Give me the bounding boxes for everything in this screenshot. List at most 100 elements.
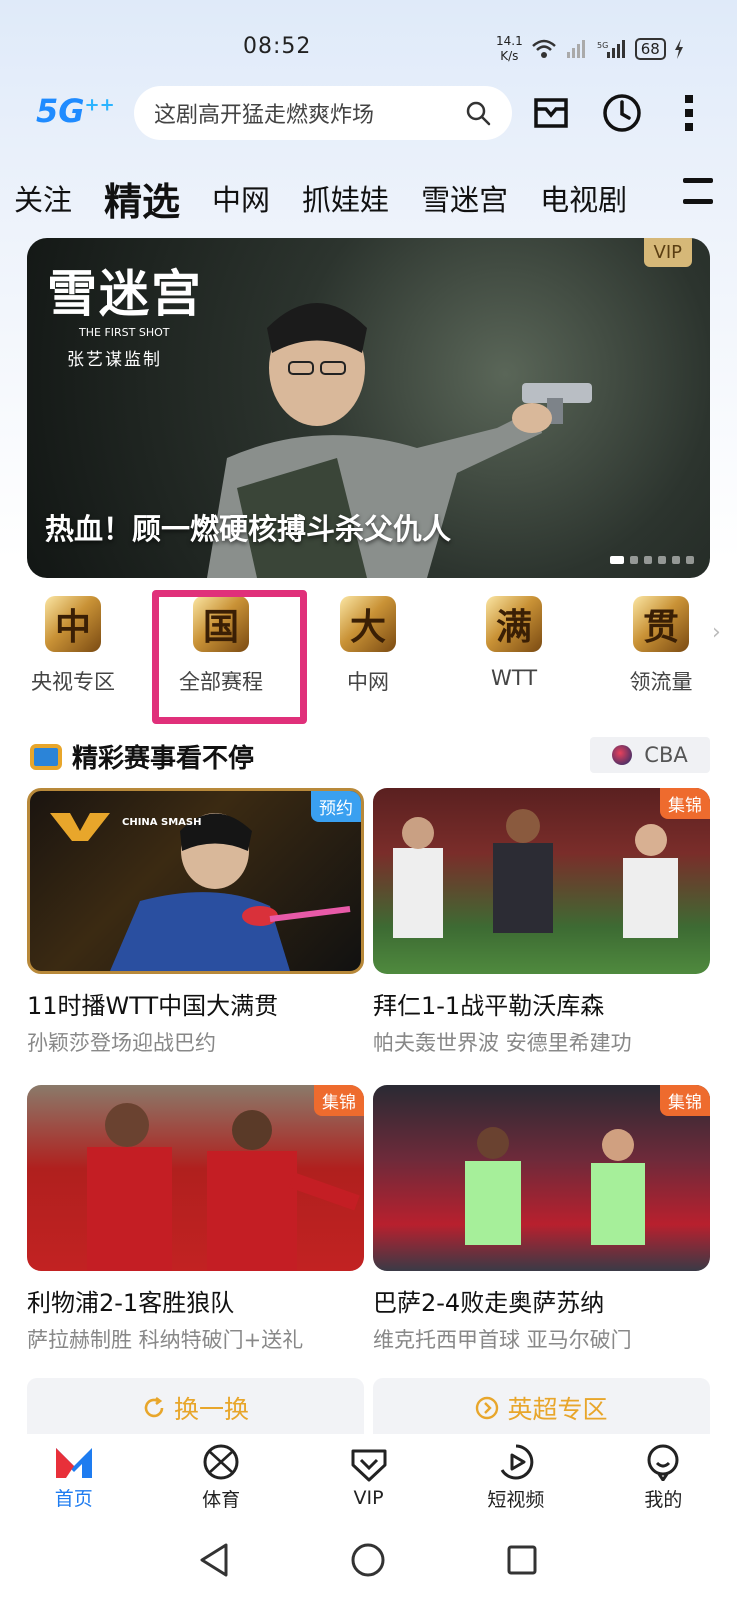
category-wtt-icon: 满 xyxy=(486,596,542,652)
vip-shield-icon xyxy=(351,1449,387,1482)
card-subtitle: 萨拉赫制胜 科纳特破门+送礼 xyxy=(27,1328,304,1352)
carousel-dot xyxy=(630,556,638,564)
premier-league-button[interactable]: 英超专区 xyxy=(373,1378,710,1438)
hero-banner[interactable]: 雪迷宫 THE FIRST SHOT 张艺谋监制 VIP 热血！顾一燃硬核搏斗杀… xyxy=(27,238,710,578)
match-card[interactable]: 集锦 巴萨2-4败走奥萨苏纳 维克托西甲首球 亚马尔破门 xyxy=(373,1085,710,1354)
net-speed-value: 14.1 xyxy=(496,34,523,48)
card-title: 巴萨2-4败走奥萨苏纳 xyxy=(373,1289,605,1317)
nav-sports-label: 体育 xyxy=(202,1488,241,1511)
app-logo-text: 5G xyxy=(36,92,85,130)
play-circle-icon xyxy=(500,1444,534,1479)
cba-tag[interactable]: CBA xyxy=(590,737,710,773)
section-title: 精彩赛事看不停 xyxy=(72,744,255,774)
tab-featured[interactable]: 精选 xyxy=(104,171,180,226)
match-card[interactable]: CHINA SMASH 预约 11时播WTT中国大满贯 孙颖莎登场迎战巴约 xyxy=(27,788,364,1057)
card-title: 利物浦2-1客胜狼队 xyxy=(27,1289,235,1317)
thumbnail-brand: CHINA SMASH xyxy=(122,817,202,828)
card-subtitle: 维克托西甲首球 亚马尔破门 xyxy=(373,1328,632,1352)
carousel-dot xyxy=(610,556,624,564)
category-china-open[interactable]: 大 中网 xyxy=(303,596,433,696)
match-thumbnail: 集锦 xyxy=(373,788,710,974)
premier-league-label: 英超专区 xyxy=(507,1395,608,1424)
channel-tabs: 关注 精选 中网 抓娃娃 雪迷宫 电视剧 xyxy=(14,168,720,228)
card-badge: 集锦 xyxy=(314,1085,364,1116)
status-time: 08:52 xyxy=(243,34,312,59)
svg-text:5G: 5G xyxy=(597,41,608,50)
search-bar[interactable]: 这剧高开猛走燃爽炸场 xyxy=(134,86,512,140)
chevron-right-icon[interactable]: › xyxy=(712,620,721,645)
charging-icon xyxy=(674,39,683,59)
category-cctv-icon: 中 xyxy=(45,596,101,652)
tab-follow[interactable]: 关注 xyxy=(14,177,72,219)
section-header: 精彩赛事看不停 xyxy=(30,738,254,775)
system-nav-bar xyxy=(0,1520,737,1600)
basketball-icon xyxy=(203,1444,239,1479)
nav-vip[interactable]: VIP xyxy=(295,1434,442,1520)
tab-snow-maze[interactable]: 雪迷宫 xyxy=(421,177,508,219)
match-thumbnail: CHINA SMASH 预约 xyxy=(27,788,364,974)
carousel-dots xyxy=(610,556,694,564)
category-row: 中 央视专区 国 全部赛程 大 中网 满 WTT 贯 领流量 xyxy=(0,596,737,706)
search-input[interactable]: 这剧高开猛走燃爽炸场 xyxy=(154,97,464,129)
banner-caption: 热血！顾一燃硬核搏斗杀父仇人 xyxy=(45,512,452,546)
wifi-icon xyxy=(531,39,556,58)
tab-tv-series[interactable]: 电视剧 xyxy=(540,177,627,219)
category-cctv[interactable]: 中 央视专区 xyxy=(8,596,138,696)
tabs-menu-icon[interactable] xyxy=(683,178,713,204)
category-label: WTT xyxy=(490,666,538,690)
category-free-data-icon: 贯 xyxy=(633,596,689,652)
match-card[interactable]: 集锦 利物浦2-1客胜狼队 萨拉赫制胜 科纳特破门+送礼 xyxy=(27,1085,364,1354)
nav-profile[interactable]: 我的 xyxy=(590,1434,737,1520)
system-back-icon[interactable] xyxy=(198,1542,230,1578)
match-thumbnail: 集锦 xyxy=(373,1085,710,1271)
card-badge: 预约 xyxy=(311,791,361,822)
nav-home[interactable]: 首页 xyxy=(0,1434,147,1520)
nav-short-video[interactable]: 短视频 xyxy=(442,1434,589,1520)
carousel-dot xyxy=(658,556,666,564)
refresh-label: 换一换 xyxy=(173,1395,249,1424)
category-wtt[interactable]: 满 WTT xyxy=(449,596,579,690)
profile-icon xyxy=(647,1444,679,1481)
match-thumbnail: 集锦 xyxy=(27,1085,364,1271)
card-title: 11时播WTT中国大满贯 xyxy=(27,992,279,1020)
signal-icon-1 xyxy=(566,40,585,58)
carousel-dot xyxy=(644,556,652,564)
nav-sports[interactable]: 体育 xyxy=(147,1434,294,1520)
search-icon[interactable] xyxy=(464,99,492,127)
tab-claw-machine[interactable]: 抓娃娃 xyxy=(302,177,389,219)
card-badge: 集锦 xyxy=(660,788,710,819)
system-recents-icon[interactable] xyxy=(506,1544,538,1576)
highlight-annotation-box xyxy=(152,590,307,724)
signal-icon-2: 5G xyxy=(597,40,625,58)
banner-logo-subtitle: THE FIRST SHOT xyxy=(79,326,170,339)
category-label: 领流量 xyxy=(629,670,693,694)
thumbnail-art xyxy=(393,809,678,938)
tv-icon xyxy=(30,743,62,770)
match-card[interactable]: 集锦 拜仁1-1战平勒沃库森 帕夫轰世界波 安德里希建功 xyxy=(373,788,710,1057)
nav-profile-label: 我的 xyxy=(644,1488,683,1511)
home-logo-icon xyxy=(55,1447,92,1478)
card-subtitle: 孙颖莎登场迎战巴约 xyxy=(27,1031,216,1055)
category-label: 央视专区 xyxy=(31,670,115,694)
tab-china-open[interactable]: 中网 xyxy=(212,177,270,219)
cba-logo-icon xyxy=(612,745,633,765)
nav-vip-label: VIP xyxy=(353,1487,384,1509)
system-home-icon[interactable] xyxy=(350,1542,386,1578)
category-free-data[interactable]: 贯 领流量 xyxy=(596,596,726,696)
more-vertical-icon[interactable] xyxy=(668,92,710,134)
nav-short-video-label: 短视频 xyxy=(487,1488,545,1511)
thumbnail-art xyxy=(465,1127,645,1245)
refresh-icon xyxy=(144,1396,164,1418)
card-subtitle: 帕夫轰世界波 安德里希建功 xyxy=(373,1031,632,1055)
app-logo[interactable]: 5G++ xyxy=(36,92,115,130)
refresh-button[interactable]: 换一换 xyxy=(27,1378,364,1438)
vip-badge: VIP xyxy=(643,238,692,267)
nav-home-label: 首页 xyxy=(54,1487,93,1510)
card-title: 拜仁1-1战平勒沃库森 xyxy=(373,992,605,1020)
category-label: 中网 xyxy=(347,670,389,694)
banner-logo-title: 雪迷宫 xyxy=(47,264,203,323)
category-china-open-icon: 大 xyxy=(340,596,396,652)
history-clock-icon[interactable] xyxy=(601,92,643,134)
status-indicators: 14.1 K/s 5G 68 xyxy=(496,32,684,66)
inbox-icon[interactable] xyxy=(530,92,572,134)
